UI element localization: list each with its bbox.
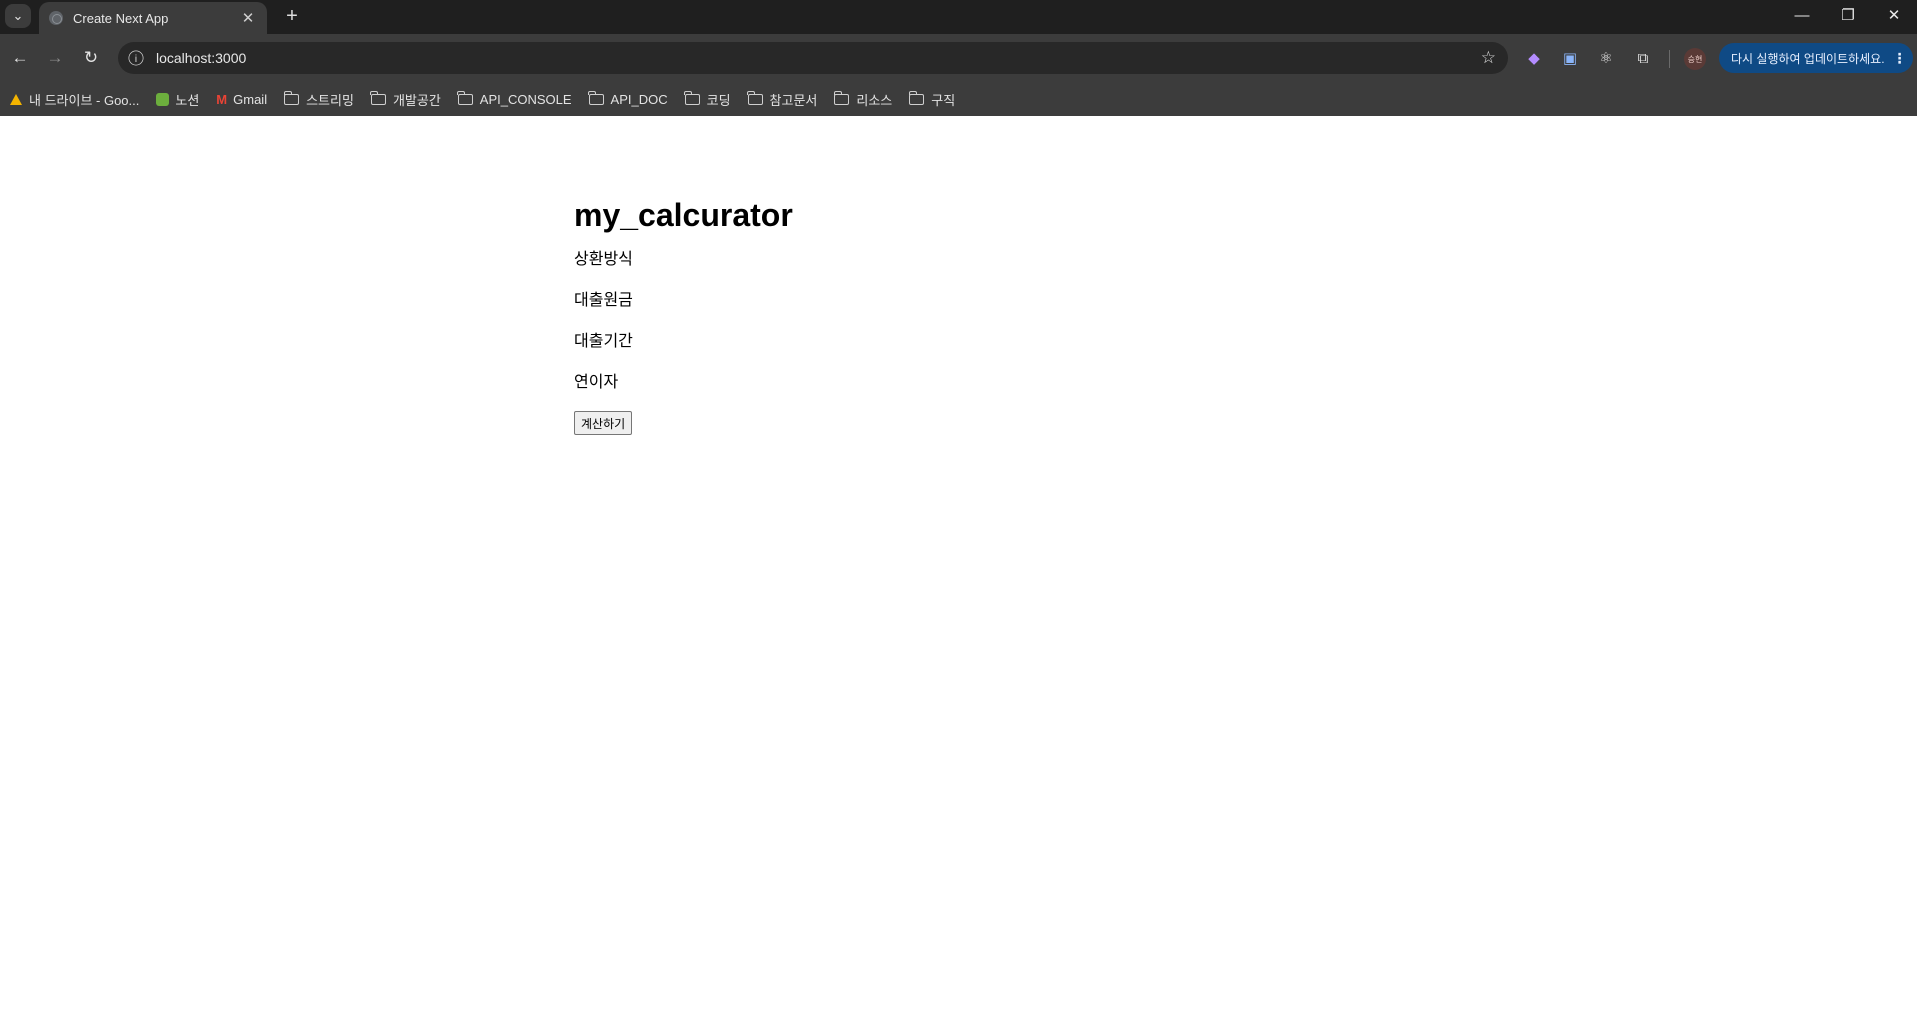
drive-icon — [10, 93, 22, 105]
gmail-icon: M — [216, 91, 228, 107]
loan-period-label: 대출기간 — [574, 333, 633, 350]
bookmark-folder-resources[interactable]: 리소스 — [833, 90, 893, 109]
folder-icon — [747, 90, 763, 105]
minimize-icon[interactable]: — — [1779, 0, 1825, 30]
tab-search-chevron-down-icon[interactable]: ⌄ — [5, 4, 31, 28]
bookmark-label: Gmail — [233, 91, 268, 107]
folder-icon — [908, 90, 925, 105]
browser-toolbar: ← → ↻ i localhost:3000 ☆ ◆ ▣ ⚛ ⧉ 승현 다시 실… — [0, 34, 1917, 82]
folder-icon — [588, 90, 604, 105]
address-bar[interactable]: i localhost:3000 ☆ — [118, 42, 1508, 74]
bookmark-folder-jobs[interactable]: 구직 — [908, 90, 956, 109]
bookmark-label: API_DOC — [610, 91, 668, 107]
tab-title: Create Next App — [73, 10, 169, 26]
bookmark-label: 내 드라이브 - Goo... — [29, 92, 140, 108]
annual-interest-label: 연이자 — [574, 374, 619, 391]
notion-icon — [156, 92, 170, 106]
back-arrow-icon[interactable]: ← — [6, 44, 34, 72]
folder-icon — [684, 90, 700, 105]
bookmark-label: 리소스 — [856, 92, 893, 108]
more-vert-icon[interactable]: ⋮ — [1893, 50, 1907, 67]
profile-avatar[interactable]: 승현 — [1684, 48, 1706, 70]
url-text[interactable]: localhost:3000 — [156, 50, 1481, 66]
page-title: my_calcurator — [574, 197, 793, 233]
folder-icon — [833, 90, 850, 105]
calculate-button[interactable]: 계산하기 — [574, 411, 633, 435]
folder-icon — [457, 90, 473, 105]
extension-gem-icon[interactable]: ◆ — [1522, 46, 1546, 70]
reload-icon[interactable]: ↻ — [77, 44, 105, 72]
toolbar-divider — [1669, 50, 1670, 68]
close-icon[interactable]: ✕ — [239, 9, 257, 27]
globe-icon — [49, 11, 63, 25]
restore-icon[interactable]: ❐ — [1825, 0, 1871, 30]
bookmark-label: API_CONSOLE — [479, 91, 572, 107]
page-content: my_calcurator 상환방식 대출원금 대출기간 연이자 계산하기 — [574, 116, 1474, 435]
extension-translate-icon[interactable]: ▣ — [1558, 46, 1582, 70]
bookmark-notion[interactable]: 노션 — [156, 90, 199, 109]
update-button-label: 다시 실행하여 업데이트하세요. — [1731, 51, 1885, 66]
forward-arrow-icon[interactable]: → — [41, 44, 69, 72]
folder-icon — [370, 90, 386, 105]
site-info-icon[interactable]: i — [128, 50, 144, 66]
bookmark-drive[interactable]: 내 드라이브 - Goo... — [10, 90, 139, 109]
bookmark-label: 참고문서 — [769, 92, 818, 108]
bookmark-folder-api-console[interactable]: API_CONSOLE — [457, 90, 572, 107]
new-tab-button[interactable]: + — [280, 4, 304, 28]
bookmark-label: 스트리밍 — [306, 92, 354, 108]
extension-react-icon[interactable]: ⚛ — [1594, 46, 1618, 70]
bookmark-folder-dev[interactable]: 개발공간 — [370, 90, 441, 109]
bookmark-folder-coding[interactable]: 코딩 — [684, 90, 731, 109]
bookmark-star-icon[interactable]: ☆ — [1481, 48, 1496, 68]
bookmark-folder-api-doc[interactable]: API_DOC — [588, 90, 668, 107]
bookmark-label: 개발공간 — [392, 92, 441, 108]
bookmark-label: 노션 — [175, 92, 200, 108]
extensions-puzzle-icon[interactable]: ⧉ — [1631, 46, 1655, 70]
close-window-icon[interactable]: ✕ — [1871, 0, 1917, 30]
bookmark-label: 코딩 — [706, 92, 731, 108]
bookmark-folder-reference[interactable]: 참고문서 — [747, 90, 818, 109]
loan-principal-label: 대출원금 — [574, 292, 633, 309]
tab-strip: ⌄ Create Next App ✕ + — ❐ ✕ — [0, 0, 1917, 34]
tab-create-next-app[interactable]: Create Next App ✕ — [39, 2, 267, 34]
update-button[interactable]: 다시 실행하여 업데이트하세요. ⋮ — [1719, 43, 1913, 73]
bookmark-gmail[interactable]: M Gmail — [216, 92, 267, 107]
folder-icon — [283, 90, 300, 105]
bookmark-folder-streaming[interactable]: 스트리밍 — [283, 90, 354, 109]
bookmarks-bar: 내 드라이브 - Goo... 노션 M Gmail 스트리밍 개발공간 API… — [0, 82, 1917, 116]
repayment-method-label: 상환방식 — [574, 251, 633, 268]
bookmark-label: 구직 — [931, 92, 956, 108]
